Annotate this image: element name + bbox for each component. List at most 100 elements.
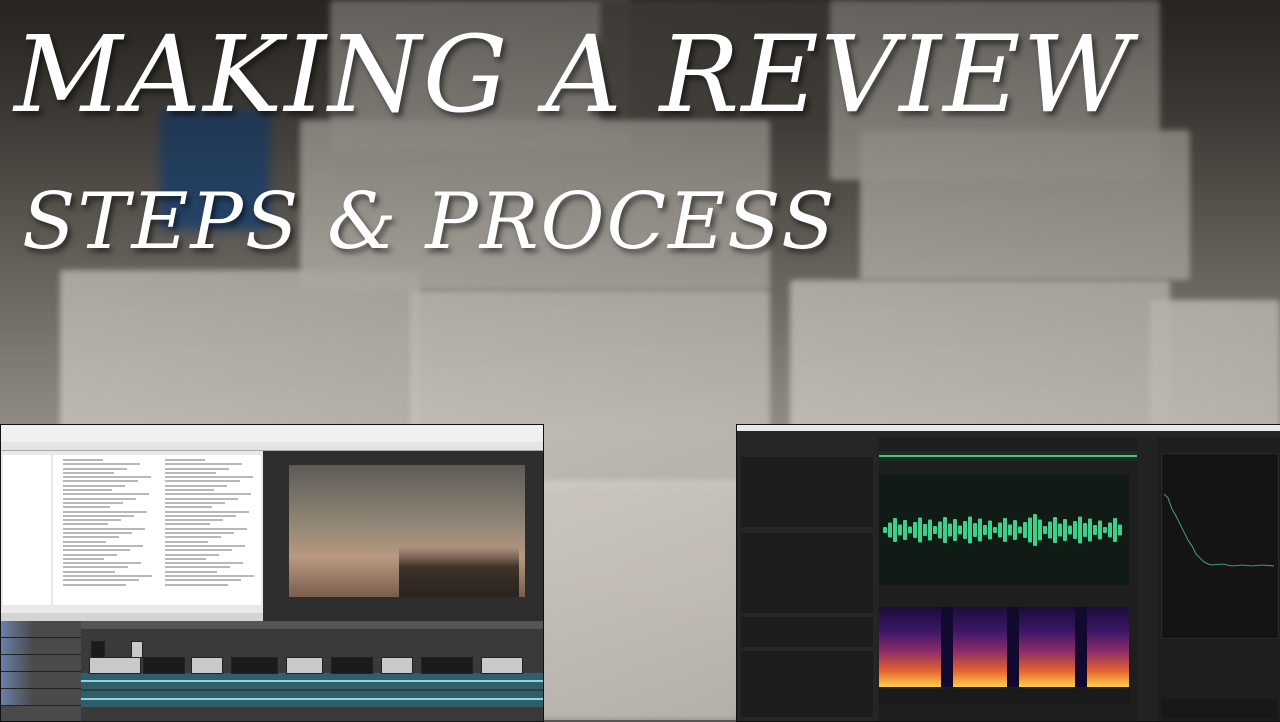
timeline-clip bbox=[191, 657, 223, 674]
waveform-bar bbox=[958, 525, 962, 535]
frequency-graph bbox=[1161, 453, 1279, 639]
effects-rack-panel bbox=[737, 437, 877, 721]
waveform-bar bbox=[908, 526, 912, 534]
waveform-bar bbox=[938, 521, 942, 539]
audio-track bbox=[81, 673, 543, 689]
file-entry bbox=[63, 519, 121, 522]
waveform-bar bbox=[948, 523, 952, 537]
file-list bbox=[53, 455, 261, 605]
file-entry bbox=[165, 570, 217, 573]
thumbnail-subtitle: STEPS & PROCESS bbox=[22, 177, 837, 267]
file-entry bbox=[165, 562, 243, 565]
file-entry bbox=[63, 566, 128, 569]
file-entry bbox=[63, 467, 127, 470]
waveform-bar bbox=[1028, 517, 1032, 543]
waveform-bar bbox=[1043, 526, 1047, 534]
track-headers bbox=[1, 621, 81, 721]
timeline-clip bbox=[91, 641, 105, 658]
file-entry bbox=[165, 506, 212, 509]
file-entry bbox=[165, 575, 254, 578]
file-entry bbox=[63, 497, 136, 500]
waveform-bar bbox=[1063, 519, 1067, 541]
file-entry bbox=[165, 480, 240, 483]
figures-silhouette bbox=[399, 547, 519, 597]
waveform-bar bbox=[883, 527, 887, 533]
waveform-bar bbox=[968, 516, 972, 544]
waveform-bar bbox=[893, 518, 897, 542]
timeline-clip bbox=[143, 657, 185, 674]
file-entry bbox=[63, 579, 139, 582]
waveform-bar bbox=[973, 523, 977, 537]
file-entry bbox=[165, 532, 234, 535]
file-entry bbox=[63, 575, 152, 578]
timeline-clip bbox=[481, 657, 523, 674]
file-entry bbox=[165, 514, 236, 517]
file-entry bbox=[63, 570, 115, 573]
audio-track bbox=[81, 691, 543, 707]
vegas-titlebar bbox=[1, 425, 543, 434]
file-entry bbox=[63, 549, 130, 552]
waveform-bar bbox=[1023, 522, 1027, 538]
waveform-bar bbox=[1093, 525, 1097, 535]
waveform-bar bbox=[1118, 524, 1122, 536]
file-entry bbox=[165, 489, 214, 492]
waveform-bar bbox=[1088, 518, 1092, 542]
file-entry bbox=[165, 510, 249, 513]
file-entry bbox=[165, 540, 208, 543]
waveform-bar bbox=[898, 524, 902, 536]
timeline-clip bbox=[131, 641, 143, 658]
waveform-bar bbox=[1103, 527, 1107, 533]
file-entry bbox=[165, 519, 223, 522]
file-entry bbox=[63, 476, 151, 479]
file-entry bbox=[165, 579, 241, 582]
file-entry bbox=[63, 553, 117, 556]
waveform-bar bbox=[1108, 522, 1112, 538]
timeline-clip bbox=[89, 657, 141, 674]
file-entry bbox=[165, 527, 247, 530]
file-entry bbox=[63, 527, 145, 530]
file-entry bbox=[63, 463, 140, 466]
file-entry bbox=[165, 553, 219, 556]
waveform-bar bbox=[978, 518, 982, 542]
file-entry bbox=[165, 476, 253, 479]
waveform-bar bbox=[1068, 525, 1072, 535]
waveform-bar bbox=[983, 525, 987, 535]
timeline-clip bbox=[421, 657, 473, 674]
waveform-bar bbox=[1013, 520, 1017, 540]
file-entry bbox=[165, 471, 216, 474]
preview-frame bbox=[289, 465, 525, 597]
timeline-clip bbox=[381, 657, 413, 674]
file-entry bbox=[165, 497, 238, 500]
vegas-menubar bbox=[1, 434, 543, 442]
waveform-bar bbox=[1038, 519, 1042, 541]
waveform-bar bbox=[1073, 521, 1077, 539]
waveform-bar bbox=[998, 522, 1002, 538]
vegas-timeline bbox=[1, 621, 543, 721]
frequency-table bbox=[1161, 699, 1277, 719]
waveform-bar bbox=[933, 526, 937, 534]
timecode-display bbox=[879, 689, 1131, 703]
waveform-editor bbox=[879, 437, 1137, 721]
file-entry bbox=[63, 544, 143, 547]
waveform-bar bbox=[993, 527, 997, 533]
file-entry bbox=[63, 562, 141, 565]
waveform-bar bbox=[1113, 518, 1117, 542]
waveform-overview bbox=[879, 451, 1137, 461]
waveform-bar bbox=[943, 517, 947, 543]
waveform-bar bbox=[1048, 521, 1052, 539]
waveform-bar bbox=[903, 520, 907, 540]
timeline-clip bbox=[231, 657, 278, 674]
file-entry bbox=[165, 484, 227, 487]
file-entry bbox=[63, 506, 110, 509]
waveform-bar bbox=[1018, 526, 1022, 534]
file-entry bbox=[165, 549, 232, 552]
file-entry bbox=[63, 536, 119, 539]
vegas-pro-screenshot bbox=[0, 424, 544, 722]
waveform-bar bbox=[1078, 516, 1082, 544]
file-entry bbox=[63, 523, 108, 526]
file-entry bbox=[165, 459, 205, 461]
file-entry bbox=[165, 501, 225, 504]
frequency-analysis-panel bbox=[1157, 437, 1280, 721]
file-entry bbox=[63, 557, 104, 560]
file-entry bbox=[63, 493, 149, 496]
